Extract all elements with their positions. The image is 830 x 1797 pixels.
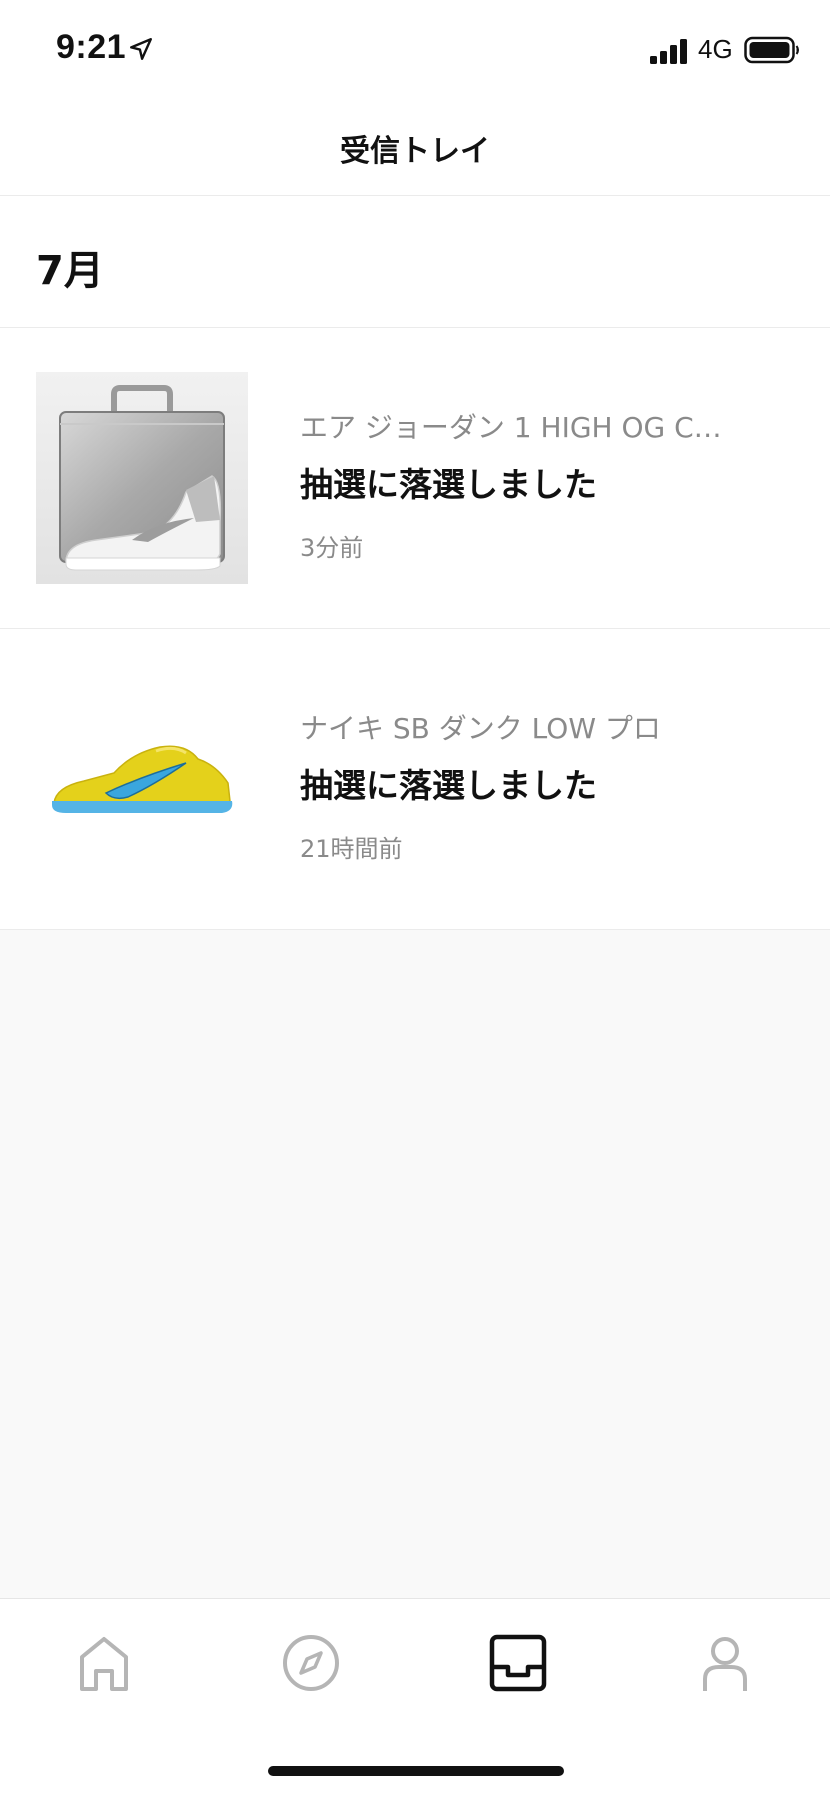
inbox-icon[interactable] bbox=[486, 1631, 550, 1695]
empty-content-area bbox=[0, 930, 830, 1598]
notification-item[interactable]: エア ジョーダン 1 HIGH OG C… 抽選に落選しました 3分前 bbox=[0, 328, 830, 629]
month-label: 7月 bbox=[36, 248, 104, 294]
notification-text: エア ジョーダン 1 HIGH OG C… 抽選に落選しました 3分前 bbox=[300, 406, 780, 563]
page-header: 受信トレイ bbox=[0, 100, 830, 196]
status-bar: 9:21 4G bbox=[0, 0, 830, 100]
yellow-sneaker-image bbox=[36, 673, 248, 885]
home-indicator[interactable] bbox=[268, 1766, 564, 1776]
page-title: 受信トレイ bbox=[340, 133, 490, 169]
network-label: 4G bbox=[698, 34, 733, 64]
status-time: 9:21 bbox=[56, 28, 127, 66]
battery-icon bbox=[744, 36, 799, 64]
month-section-header: 7月 bbox=[0, 196, 830, 328]
notification-item[interactable]: ナイキ SB ダンク LOW プロ 抽選に落選しました 21時間前 bbox=[0, 629, 830, 930]
product-name: ナイキ SB ダンク LOW プロ bbox=[300, 712, 661, 745]
signal-bars-icon bbox=[650, 39, 687, 64]
product-name: エア ジョーダン 1 HIGH OG C… bbox=[300, 411, 722, 444]
notification-message: 抽選に落選しました bbox=[300, 766, 597, 805]
notification-message: 抽選に落選しました bbox=[300, 465, 597, 504]
compass-icon[interactable] bbox=[279, 1631, 343, 1695]
location-arrow-icon bbox=[130, 38, 152, 60]
person-icon[interactable] bbox=[693, 1631, 757, 1695]
silver-sneaker-with-case-image bbox=[36, 372, 248, 584]
notification-time: 21時間前 bbox=[300, 835, 403, 863]
home-icon[interactable] bbox=[72, 1631, 136, 1695]
notification-text: ナイキ SB ダンク LOW プロ 抽選に落選しました 21時間前 bbox=[300, 707, 780, 864]
notification-time: 3分前 bbox=[300, 534, 364, 562]
